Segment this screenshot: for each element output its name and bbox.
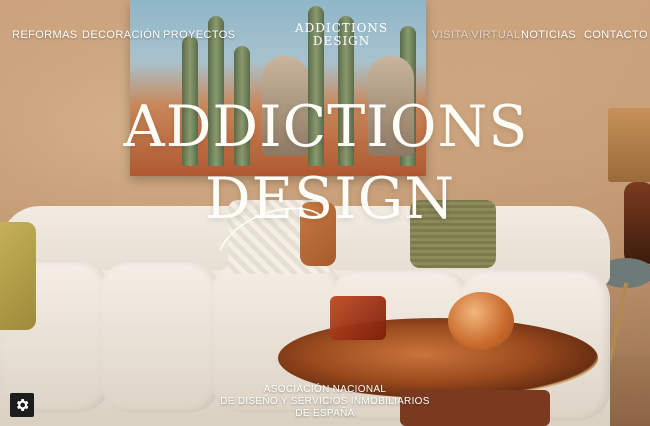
vase [624,182,650,268]
nav-proyectos[interactable]: PROYECTOS [163,29,235,41]
cookie-settings-button[interactable] [10,393,34,417]
nav-reformas[interactable]: REFORMAS [12,29,78,41]
red-glass-box [330,296,386,340]
amber-glass-sphere [448,292,514,350]
nav-visita-virtual[interactable]: VISITA VIRTUAL [432,29,520,41]
sofa-segment [100,262,220,412]
association-line3: DE ESPAÑA [295,408,355,419]
gear-icon [17,399,29,411]
association-line1: ASOCIACIÓN NACIONAL [263,384,387,395]
association-text: ASOCIACIÓN NACIONAL DE DISEÑO Y SERVICIO… [210,384,440,420]
lamp-shade [608,108,650,182]
main-nav: REFORMAS DECORACIÓN PROYECTOS VISITA VIR… [0,29,650,43]
brand-title-line1: ADDICTIONS [123,94,529,160]
side-table-leg [607,282,629,362]
brand-swirl-ornament [219,207,321,251]
yellow-pillow [0,222,36,330]
nav-decoracion[interactable]: DECORACIÓN [82,29,161,41]
nav-contacto[interactable]: CONTACTO [584,29,648,41]
nav-noticias[interactable]: NOTICIAS [521,29,576,41]
association-line2: DE DISEÑO Y SERVICIOS INMOBILIARIOS [220,396,430,407]
